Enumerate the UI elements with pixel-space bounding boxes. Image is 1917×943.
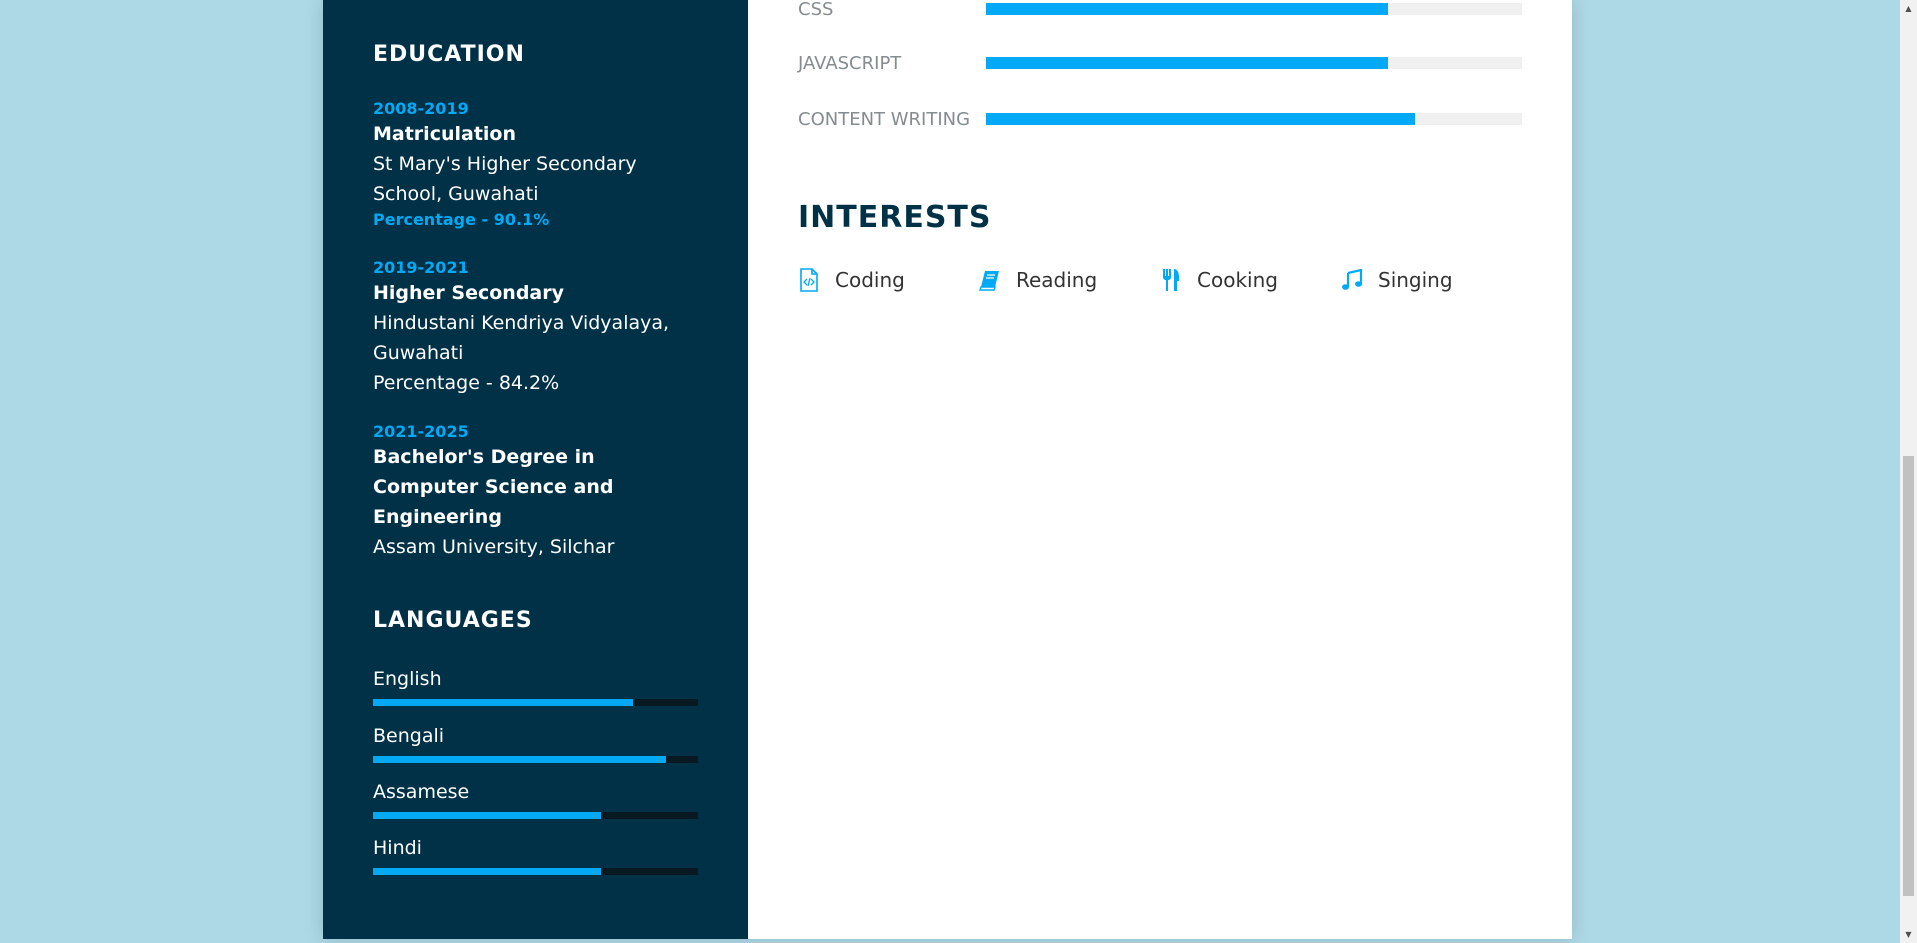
interest-item: Coding: [798, 268, 979, 292]
language-name: Hindi: [373, 837, 422, 859]
language-bar-fill: [373, 699, 633, 706]
language-name: Bengali: [373, 725, 445, 747]
scroll-down-arrow-icon[interactable]: ▼: [1900, 926, 1917, 943]
resume-page: EDUCATION 2008-2019 Matriculation St Mar…: [323, 0, 1572, 939]
education-degree: Bachelor's Degree in Computer Science an…: [373, 446, 614, 528]
skill-bar: [985, 3, 1522, 15]
languages-title: LANGUAGES: [373, 608, 533, 633]
education-year: 2019-2021: [373, 258, 469, 277]
skill-row: CSS: [798, 0, 1522, 21]
skill-row: JAVASCRIPT: [798, 51, 1522, 75]
skill-bar: [985, 57, 1522, 69]
language-bar: [373, 868, 698, 875]
interest-label: Singing: [1378, 268, 1453, 292]
language-item: Assamese: [373, 780, 698, 819]
language-item: Bengali: [373, 724, 698, 763]
code-file-icon: [798, 268, 820, 292]
education-title: EDUCATION: [373, 42, 525, 67]
education-degree: Higher Secondary: [373, 282, 565, 304]
language-bar: [373, 699, 698, 706]
music-note-icon: [1341, 268, 1363, 292]
interest-item: Cooking: [1160, 268, 1341, 292]
language-bar-fill: [373, 868, 601, 875]
education-year: 2008-2019: [373, 99, 469, 118]
resume-main: CSS JAVASCRIPT CONTENT WRITING INTERESTS…: [748, 0, 1572, 939]
education-percentage: Percentage - 84.2%: [373, 372, 560, 394]
interest-label: Cooking: [1197, 268, 1278, 292]
education-year: 2021-2025: [373, 422, 469, 441]
language-name: English: [373, 668, 442, 690]
skill-bar-fill: [985, 3, 1388, 15]
education-school: Hindustani Kendriya Vidyalaya, Guwahati: [373, 312, 670, 364]
skill-name: JAVASCRIPT: [798, 52, 902, 74]
interest-label: Coding: [835, 268, 905, 292]
book-icon: [979, 268, 1001, 292]
resume-sidebar: EDUCATION 2008-2019 Matriculation St Mar…: [323, 0, 748, 939]
skill-bar-fill: [985, 57, 1388, 69]
interest-item: Singing: [1341, 268, 1522, 292]
skill-name: CONTENT WRITING: [798, 108, 971, 130]
interests-title: INTERESTS: [798, 200, 992, 235]
language-bar-fill: [373, 756, 666, 763]
language-bar: [373, 756, 698, 763]
education-degree: Matriculation: [373, 123, 516, 145]
scrollbar-thumb[interactable]: [1903, 456, 1914, 896]
scroll-up-arrow-icon[interactable]: ▲: [1900, 0, 1917, 17]
vertical-scrollbar[interactable]: ▲ ▼: [1900, 0, 1917, 943]
education-school: St Mary's Higher Secondary School, Guwah…: [373, 153, 637, 205]
education-percentage: Percentage - 90.1%: [373, 210, 550, 229]
education-item: 2021-2025 Bachelor's Degree in Computer …: [373, 422, 703, 562]
language-bar: [373, 812, 698, 819]
utensils-icon: [1160, 268, 1182, 292]
language-bar-fill: [373, 812, 601, 819]
education-item: 2019-2021 Higher Secondary Hindustani Ke…: [373, 258, 703, 398]
interests-list: Coding Reading Cooking Singing: [798, 268, 1522, 292]
language-item: English: [373, 667, 698, 706]
language-name: Assamese: [373, 781, 470, 803]
interest-item: Reading: [979, 268, 1160, 292]
education-school: Assam University, Silchar: [373, 536, 615, 558]
skill-name: CSS: [798, 0, 834, 20]
skill-bar: [985, 113, 1522, 125]
skill-bar-fill: [985, 113, 1415, 125]
interest-label: Reading: [1016, 268, 1098, 292]
education-item: 2008-2019 Matriculation St Mary's Higher…: [373, 99, 703, 231]
language-item: Hindi: [373, 836, 698, 875]
skill-row: CONTENT WRITING: [798, 107, 1522, 131]
